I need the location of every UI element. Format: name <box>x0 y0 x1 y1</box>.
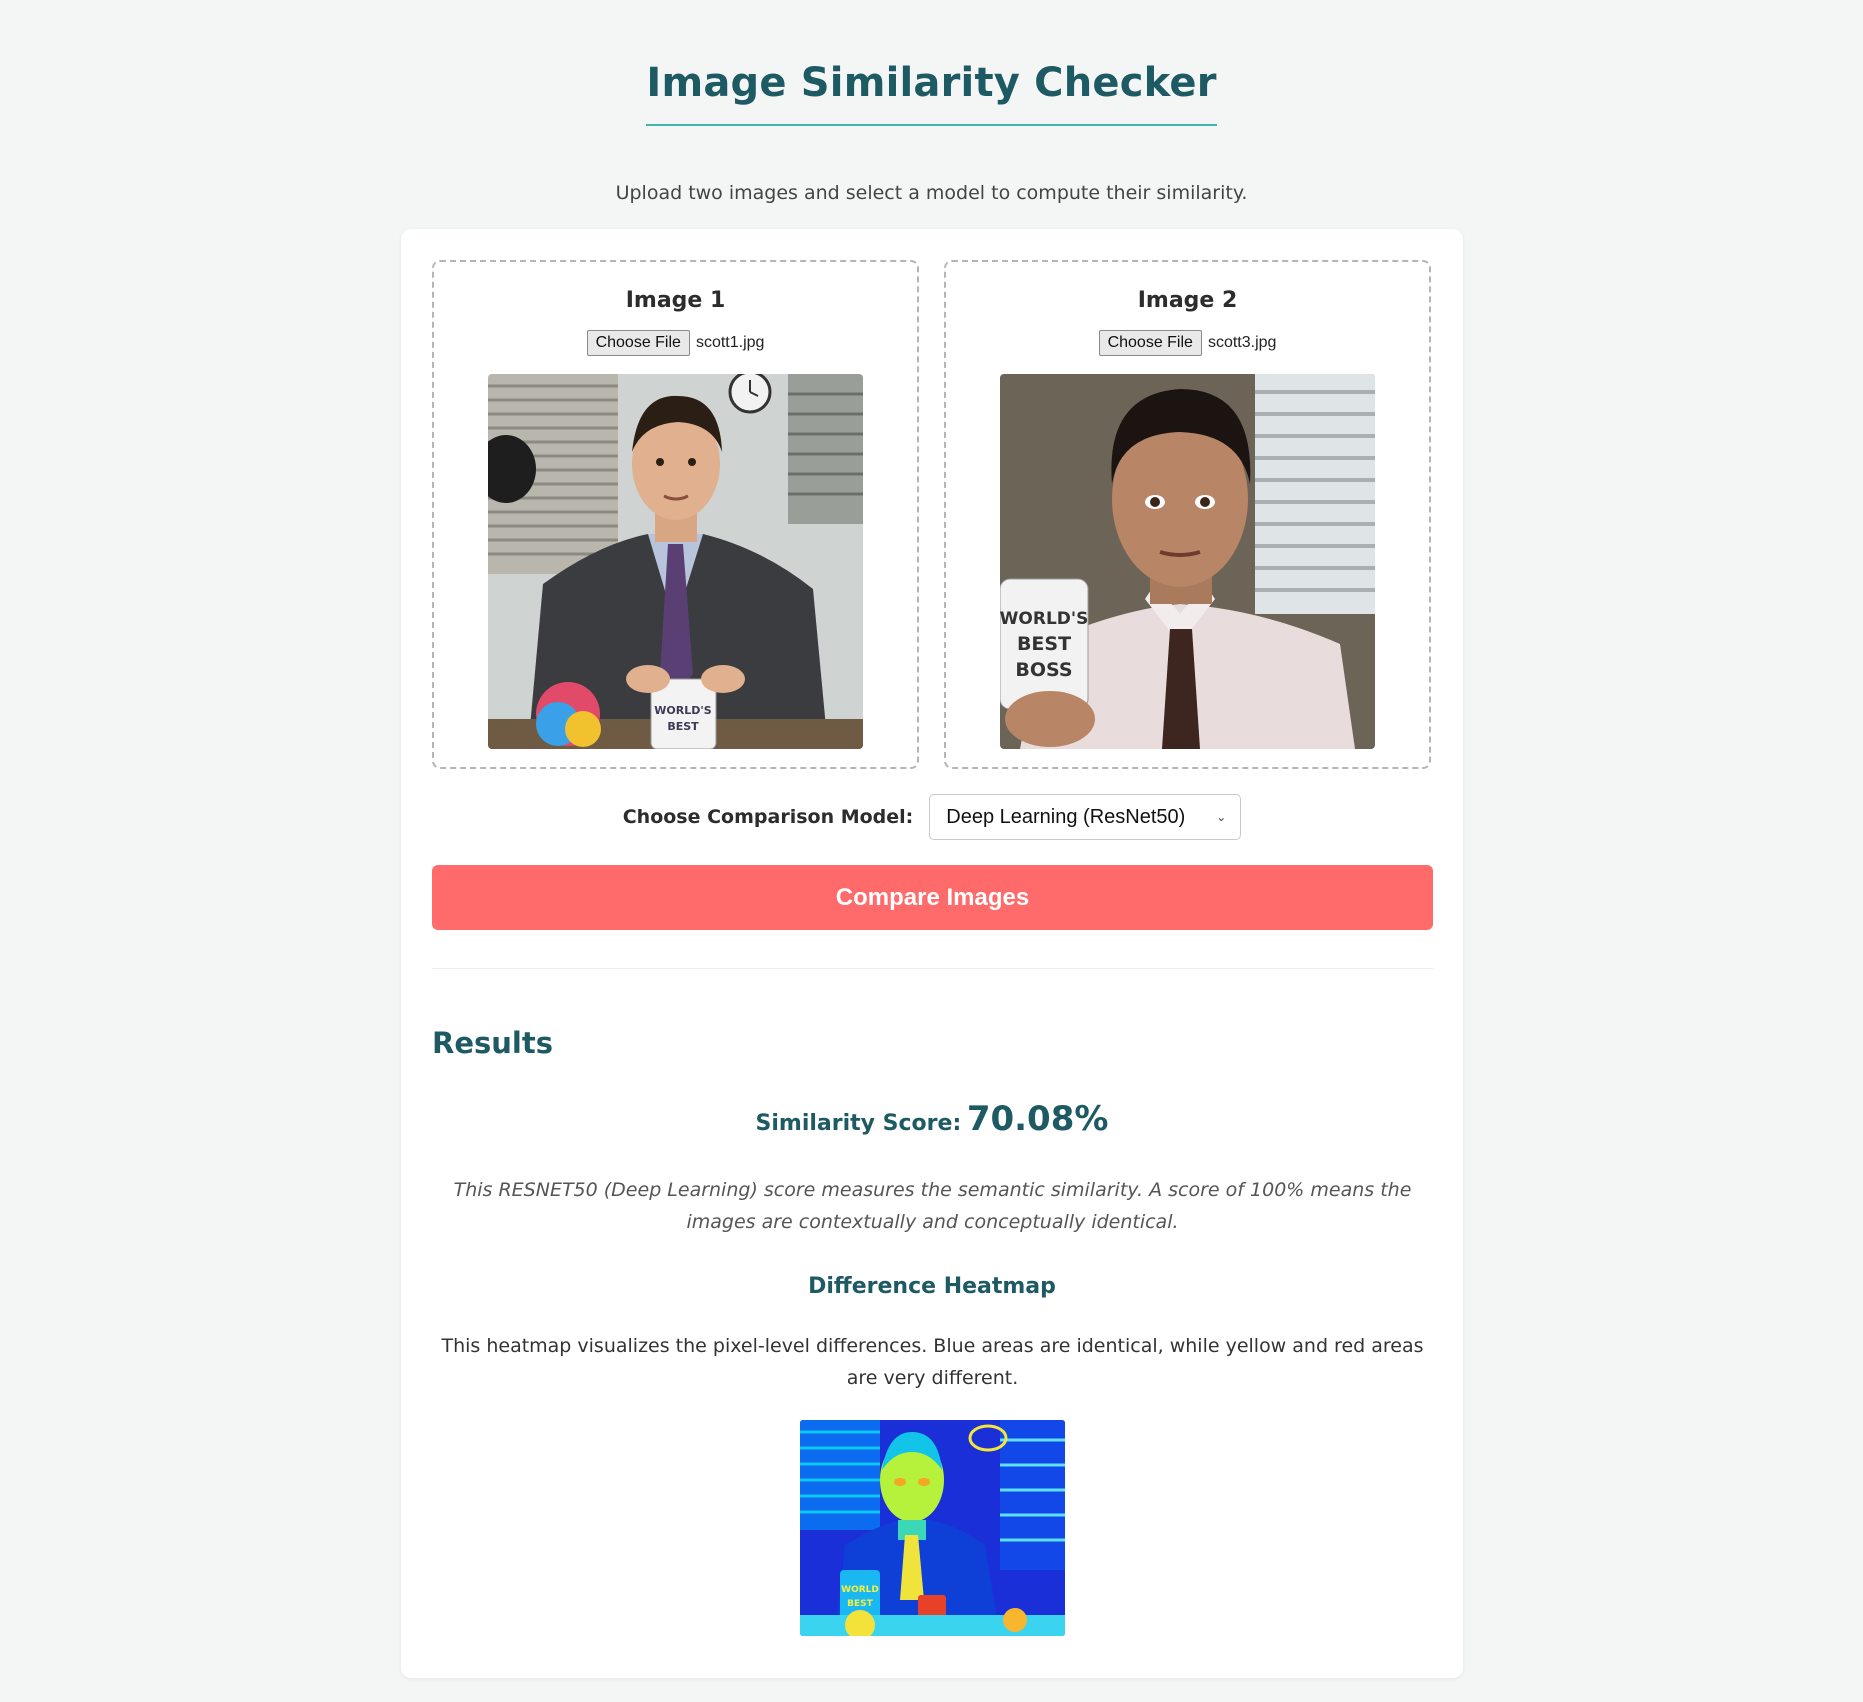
heatmap-description: This heatmap visualizes the pixel-level … <box>441 1335 1424 1389</box>
difference-heatmap-image: WORLD BEST <box>800 1420 1065 1636</box>
model-select[interactable]: Deep Learning (ResNet50) ⌄ <box>929 794 1242 840</box>
svg-text:BEST: BEST <box>1017 633 1071 655</box>
results-heading: Results <box>432 1026 553 1060</box>
chevron-down-icon: ⌄ <box>1216 810 1227 824</box>
upload-box-image-1[interactable]: Image 1 Choose File scott1.jpg WORLD'S B… <box>432 260 919 769</box>
upload-title: Image 2 <box>1137 288 1238 313</box>
choose-file-button[interactable]: Choose File <box>586 330 690 356</box>
score-label: Similarity Score: <box>755 1111 962 1136</box>
upload-title: Image 1 <box>625 288 726 313</box>
score-value: 70.08% <box>966 1099 1109 1139</box>
heatmap-heading: Difference Heatmap <box>808 1274 1056 1299</box>
model-label: Choose Comparison Model: <box>622 806 914 828</box>
file-input-row: Choose File scott3.jpg <box>946 330 1429 356</box>
file-name: scott1.jpg <box>695 334 765 351</box>
score-note: This RESNET50 (Deep Learning) score meas… <box>453 1179 1412 1233</box>
page-subtitle: Upload two images and select a model to … <box>615 182 1248 204</box>
svg-text:BOSS: BOSS <box>1015 659 1072 681</box>
similarity-score: Similarity Score: 70.08% <box>401 1099 1463 1139</box>
page-title: Image Similarity Checker <box>646 60 1217 126</box>
page: Image Similarity Checker Upload two imag… <box>0 0 1863 1702</box>
file-name: scott3.jpg <box>1207 334 1277 351</box>
title-wrap: Image Similarity Checker <box>0 60 1863 126</box>
image-2-preview: WORLD'S BEST BOSS <box>1000 374 1375 749</box>
image-1-preview: WORLD'S BEST <box>488 374 863 749</box>
model-select-value: Deep Learning (ResNet50) <box>946 805 1186 828</box>
compare-images-button[interactable]: Compare Images <box>432 865 1433 930</box>
svg-text:BEST: BEST <box>667 720 699 733</box>
svg-text:WORLD'S: WORLD'S <box>1000 609 1088 629</box>
choose-file-button[interactable]: Choose File <box>1098 330 1202 356</box>
divider <box>432 968 1433 969</box>
main-card: Image 1 Choose File scott1.jpg WORLD'S B… <box>401 229 1463 1678</box>
svg-text:BEST: BEST <box>847 1599 873 1609</box>
svg-text:WORLD'S: WORLD'S <box>654 704 711 717</box>
file-input-row: Choose File scott1.jpg <box>434 330 917 356</box>
model-row: Choose Comparison Model: Deep Learning (… <box>401 794 1463 840</box>
upload-box-image-2[interactable]: Image 2 Choose File scott3.jpg WORLD'S B… <box>944 260 1431 769</box>
svg-text:WORLD: WORLD <box>841 1585 879 1595</box>
